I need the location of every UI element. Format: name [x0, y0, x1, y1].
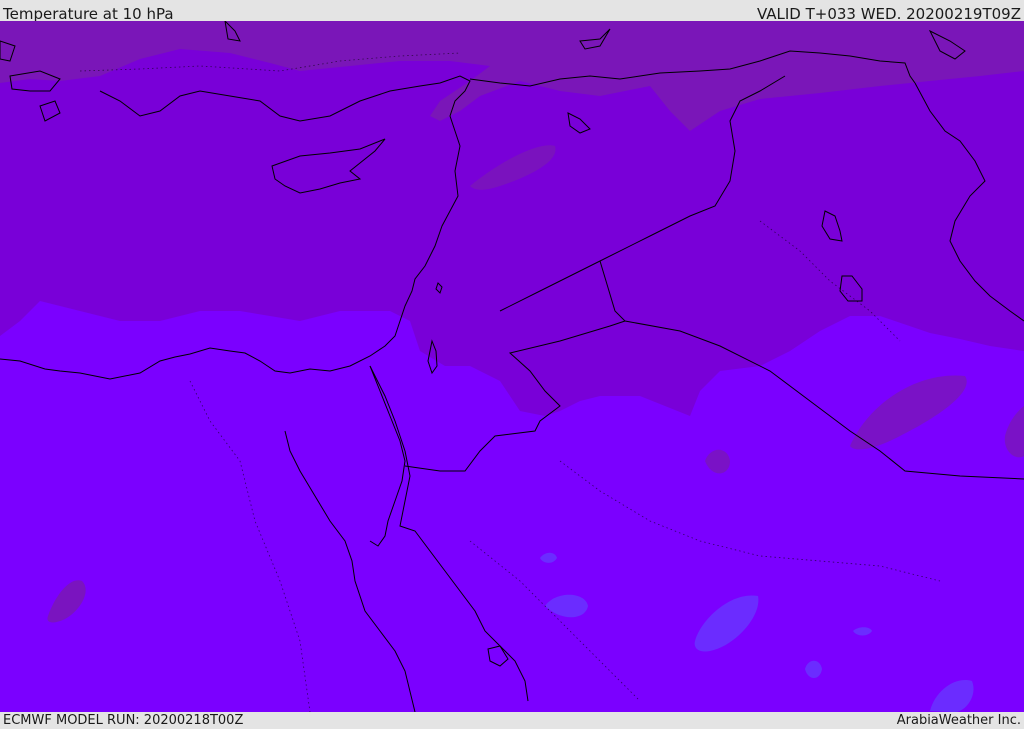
model-run: ECMWF MODEL RUN: 20200218T00Z: [3, 713, 244, 728]
footer-bar: ECMWF MODEL RUN: 20200218T00Z ArabiaWeat…: [0, 712, 1024, 729]
credit: ArabiaWeather Inc.: [896, 713, 1021, 728]
header-bar: Temperature at 10 hPa VALID T+033 WED. 2…: [0, 0, 1024, 23]
map-panel[interactable]: [0, 21, 1024, 712]
temperature-map: [0, 21, 1024, 712]
